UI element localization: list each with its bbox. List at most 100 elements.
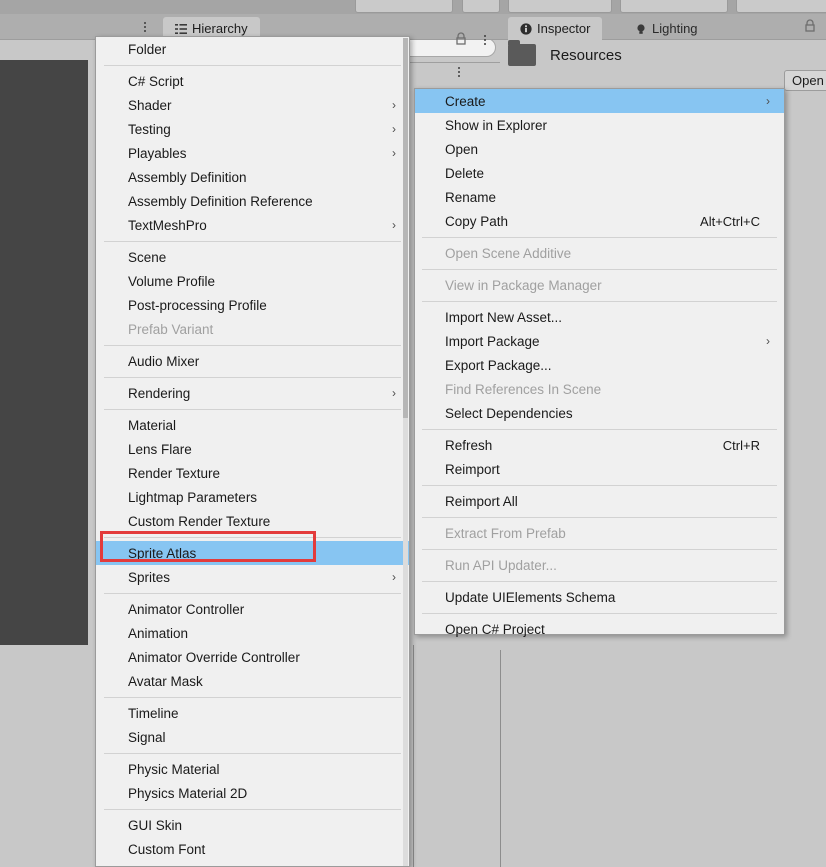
menu-item-label: Animation: [128, 625, 189, 641]
chevron-right-icon: ›: [392, 98, 396, 112]
lock-icon-hierarchy[interactable]: [455, 32, 467, 45]
menu-item-physics-material-2d[interactable]: Physics Material 2D: [96, 781, 409, 805]
menu-separator: [104, 809, 401, 810]
menu-item-reimport-all[interactable]: Reimport All: [415, 489, 784, 513]
menu-item-sprites[interactable]: Sprites ›: [96, 565, 409, 589]
menu-item-label: Delete: [445, 165, 485, 181]
menu-separator: [104, 697, 401, 698]
menu-item-render-texture[interactable]: Render Texture: [96, 461, 409, 485]
menu-item-timeline[interactable]: Timeline: [96, 701, 409, 725]
menu-item-assembly-definition-reference[interactable]: Assembly Definition Reference: [96, 189, 409, 213]
menu-item-label: Assembly Definition Reference: [128, 193, 313, 209]
menu-separator: [104, 593, 401, 594]
menu-item-custom-font[interactable]: Custom Font: [96, 837, 409, 861]
menu-item-import-new-asset[interactable]: Import New Asset...: [415, 305, 784, 329]
hierarchy-icon: [175, 23, 187, 34]
panel-splitter-right[interactable]: [500, 650, 501, 867]
inspector-tab-kebab-icon[interactable]: [822, 17, 826, 37]
menu-item-animation[interactable]: Animation: [96, 621, 409, 645]
create-submenu-scrollbar[interactable]: [403, 38, 408, 866]
menu-item-playables[interactable]: Playables ›: [96, 141, 409, 165]
tab-lighting[interactable]: Lighting: [623, 17, 710, 40]
menu-item-signal[interactable]: Signal: [96, 725, 409, 749]
toolbar-button-1[interactable]: [355, 0, 453, 13]
menu-item-rendering[interactable]: Rendering ›: [96, 381, 409, 405]
menu-item-folder[interactable]: Folder: [96, 37, 409, 61]
menu-item-select-dependencies[interactable]: Select Dependencies: [415, 401, 784, 425]
menu-item-update-uielements-schema[interactable]: Update UIElements Schema: [415, 585, 784, 609]
menu-separator: [104, 241, 401, 242]
project-context-menu[interactable]: Create › Show in Explorer Open Delete Rename C…: [414, 88, 785, 637]
menu-item-delete[interactable]: Delete: [415, 161, 784, 185]
toolbar-button-2[interactable]: [462, 0, 500, 13]
menu-item-avatar-mask[interactable]: Avatar Mask: [96, 669, 409, 693]
menu-item-physic-material[interactable]: Physic Material: [96, 757, 409, 781]
menu-item-label: View in Package Manager: [445, 277, 602, 293]
menu-separator: [422, 613, 777, 614]
toolbar-button-4[interactable]: [620, 0, 728, 13]
unity-editor-window: Resources Open Hierarchy Inspector Light…: [0, 0, 826, 867]
menu-item-reimport[interactable]: Reimport: [415, 457, 784, 481]
menu-item-volume-profile[interactable]: Volume Profile: [96, 269, 409, 293]
menu-item-animator-override-controller[interactable]: Animator Override Controller: [96, 645, 409, 669]
menu-item-open-scene-additive: Open Scene Additive: [415, 241, 784, 265]
menu-item-label: Animator Override Controller: [128, 649, 300, 665]
menu-item-textmeshpro[interactable]: TextMeshPro ›: [96, 213, 409, 237]
menu-separator: [104, 65, 401, 66]
menu-item-show-in-explorer[interactable]: Show in Explorer: [415, 113, 784, 137]
menu-item-sprite-atlas[interactable]: Sprite Atlas: [96, 541, 409, 565]
toolbar-button-3[interactable]: [508, 0, 612, 13]
menu-item-lightmap-parameters[interactable]: Lightmap Parameters: [96, 485, 409, 509]
menu-item-audio-mixer[interactable]: Audio Mixer: [96, 349, 409, 373]
info-icon: [520, 22, 532, 35]
menu-item-animator-controller[interactable]: Animator Controller: [96, 597, 409, 621]
menu-item-label: Extract From Prefab: [445, 525, 566, 541]
menu-item-lens-flare[interactable]: Lens Flare: [96, 437, 409, 461]
menu-item-shortcut: Ctrl+R: [722, 437, 760, 453]
menu-separator: [104, 345, 401, 346]
lock-icon-inspector[interactable]: [804, 19, 816, 32]
scene-view-surface: [0, 60, 88, 645]
menu-item-scene[interactable]: Scene: [96, 245, 409, 269]
left-dock-kebab-icon[interactable]: [138, 17, 152, 37]
project-panel-kebab-icon[interactable]: [452, 62, 466, 82]
hierarchy-tab-kebab-icon[interactable]: [478, 30, 492, 50]
menu-item-uielements[interactable]: UIElements›: [96, 861, 409, 867]
tab-hierarchy-label: Hierarchy: [192, 21, 248, 36]
menu-item-custom-render-texture[interactable]: Custom Render Texture: [96, 509, 409, 533]
menu-item-label: Volume Profile: [128, 273, 216, 289]
chevron-right-icon: ›: [392, 218, 396, 232]
menu-item-rename[interactable]: Rename: [415, 185, 784, 209]
menu-item-c-script[interactable]: C# Script: [96, 69, 409, 93]
menu-item-label: Rendering: [128, 385, 191, 401]
menu-item-label: Render Texture: [128, 465, 221, 481]
menu-item-open[interactable]: Open: [415, 137, 784, 161]
menu-item-open-c-project[interactable]: Open C# Project: [415, 617, 784, 641]
open-button[interactable]: Open: [784, 70, 826, 91]
menu-item-label: Reimport All: [445, 493, 518, 509]
menu-item-label: Sprite Atlas: [128, 545, 197, 561]
menu-item-label: GUI Skin: [128, 817, 183, 833]
tab-lighting-label: Lighting: [652, 21, 698, 36]
menu-item-gui-skin[interactable]: GUI Skin: [96, 813, 409, 837]
menu-item-shader[interactable]: Shader ›: [96, 93, 409, 117]
menu-item-label: Open C# Project: [445, 621, 545, 637]
create-submenu[interactable]: Folder C# Script Shader › Testing › Playables ›…: [95, 36, 410, 867]
panel-splitter-left[interactable]: [413, 645, 414, 867]
menu-item-post-processing-profile[interactable]: Post-processing Profile: [96, 293, 409, 317]
menu-item-label: Testing: [128, 121, 171, 137]
tab-inspector[interactable]: Inspector: [508, 17, 603, 40]
menu-item-import-package[interactable]: Import Package ›: [415, 329, 784, 353]
menu-item-material[interactable]: Material: [96, 413, 409, 437]
menu-item-refresh[interactable]: Refresh Ctrl+R: [415, 433, 784, 457]
menu-item-label: Timeline: [128, 705, 179, 721]
inspector-object-name: Resources: [550, 46, 622, 64]
toolbar-button-5[interactable]: [736, 0, 826, 13]
menu-item-copy-path[interactable]: Copy Path Alt+Ctrl+C: [415, 209, 784, 233]
menu-item-assembly-definition[interactable]: Assembly Definition: [96, 165, 409, 189]
menu-item-create[interactable]: Create ›: [415, 89, 784, 113]
menu-item-testing[interactable]: Testing ›: [96, 117, 409, 141]
menu-item-label: Import Package: [445, 333, 540, 349]
menu-separator: [422, 581, 777, 582]
menu-item-export-package[interactable]: Export Package...: [415, 353, 784, 377]
